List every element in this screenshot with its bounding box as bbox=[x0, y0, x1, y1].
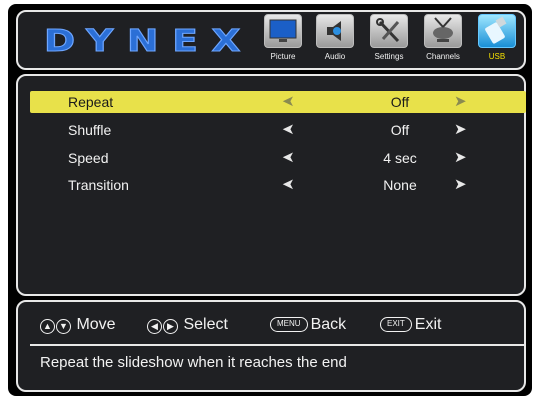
tab-label: Channels bbox=[426, 52, 460, 61]
arrow-right-icon[interactable]: ➤ bbox=[454, 120, 467, 138]
usb-drive-icon bbox=[478, 14, 516, 48]
hint-move-label: Move bbox=[76, 316, 116, 333]
right-arrow-icon: ▶ bbox=[163, 319, 178, 334]
arrow-left-icon[interactable]: ➤ bbox=[282, 120, 295, 138]
up-arrow-icon: ▲ bbox=[40, 319, 55, 334]
menu-row-shuffle[interactable]: Shuffle ➤ Off ➤ bbox=[30, 119, 526, 141]
tab-channels[interactable]: Channels bbox=[420, 14, 466, 68]
menu-row-value: 4 sec bbox=[383, 150, 417, 166]
left-arrow-icon: ◀ bbox=[147, 319, 162, 334]
down-arrow-icon: ▼ bbox=[56, 319, 71, 334]
speaker-icon bbox=[316, 14, 354, 48]
hint-back: MENU Back bbox=[270, 316, 346, 334]
hint-exit-label: Exit bbox=[414, 316, 442, 333]
arrow-right-icon[interactable]: ➤ bbox=[454, 92, 467, 110]
arrow-left-icon[interactable]: ➤ bbox=[282, 92, 295, 110]
hint-exit: EXIT Exit bbox=[380, 316, 441, 334]
menu-row-speed[interactable]: Speed ➤ 4 sec ➤ bbox=[30, 147, 526, 169]
hint-move: ▲ ▼ Move bbox=[40, 316, 116, 334]
tv-icon bbox=[264, 14, 302, 48]
menu-row-repeat[interactable]: Repeat ➤ Off ➤ bbox=[30, 91, 526, 113]
menu-row-value: None bbox=[383, 177, 417, 193]
footer-panel bbox=[16, 300, 526, 392]
tools-icon bbox=[370, 14, 408, 48]
help-description: Repeat the slideshow when it reaches the… bbox=[40, 354, 347, 371]
arrow-right-icon[interactable]: ➤ bbox=[454, 175, 467, 193]
menu-row-value: Off bbox=[390, 94, 410, 110]
arrow-left-icon[interactable]: ➤ bbox=[282, 175, 295, 193]
antenna-icon bbox=[424, 14, 462, 48]
tab-label: USB bbox=[488, 52, 506, 61]
tab-audio[interactable]: Audio bbox=[312, 14, 358, 68]
arrow-left-icon[interactable]: ➤ bbox=[282, 148, 295, 166]
menu-row-label: Speed bbox=[68, 150, 109, 166]
arrow-right-icon[interactable]: ➤ bbox=[454, 148, 467, 166]
exit-key-icon: EXIT bbox=[380, 317, 412, 333]
menu-key-icon: MENU bbox=[270, 317, 308, 333]
menu-row-label: Repeat bbox=[68, 94, 114, 110]
dynex-logo: DYNEX bbox=[43, 24, 255, 60]
menu-row-transition[interactable]: Transition ➤ None ➤ bbox=[30, 174, 526, 196]
tab-settings[interactable]: Settings bbox=[366, 14, 412, 68]
footer-divider bbox=[30, 344, 524, 346]
hint-select: ◀ ▶ Select bbox=[147, 316, 228, 334]
tab-label: Picture bbox=[270, 52, 296, 61]
tab-label: Settings bbox=[374, 52, 404, 61]
menu-row-value: Off bbox=[390, 122, 410, 138]
hint-back-label: Back bbox=[310, 316, 347, 333]
tab-picture[interactable]: Picture bbox=[260, 14, 306, 68]
menu-row-label: Shuffle bbox=[68, 122, 112, 138]
menu-row-label: Transition bbox=[68, 177, 129, 193]
tab-label: Audio bbox=[324, 52, 346, 61]
tab-usb[interactable]: USB bbox=[474, 14, 520, 68]
menu-tabs: Picture Audio Settings Channels USB bbox=[260, 14, 524, 68]
hint-select-label: Select bbox=[183, 316, 228, 333]
